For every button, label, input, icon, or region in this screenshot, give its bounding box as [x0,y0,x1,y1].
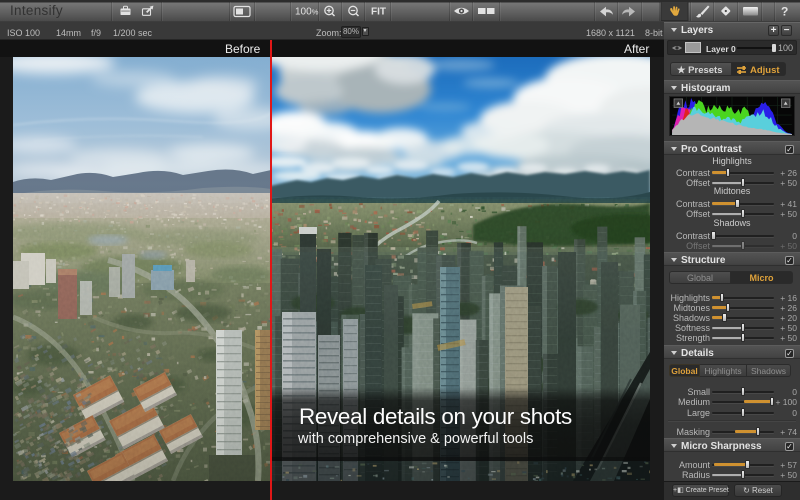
svg-text:100%: 100% [295,7,319,18]
svg-text:?: ? [781,5,788,19]
svg-text:FIT: FIT [371,7,386,18]
